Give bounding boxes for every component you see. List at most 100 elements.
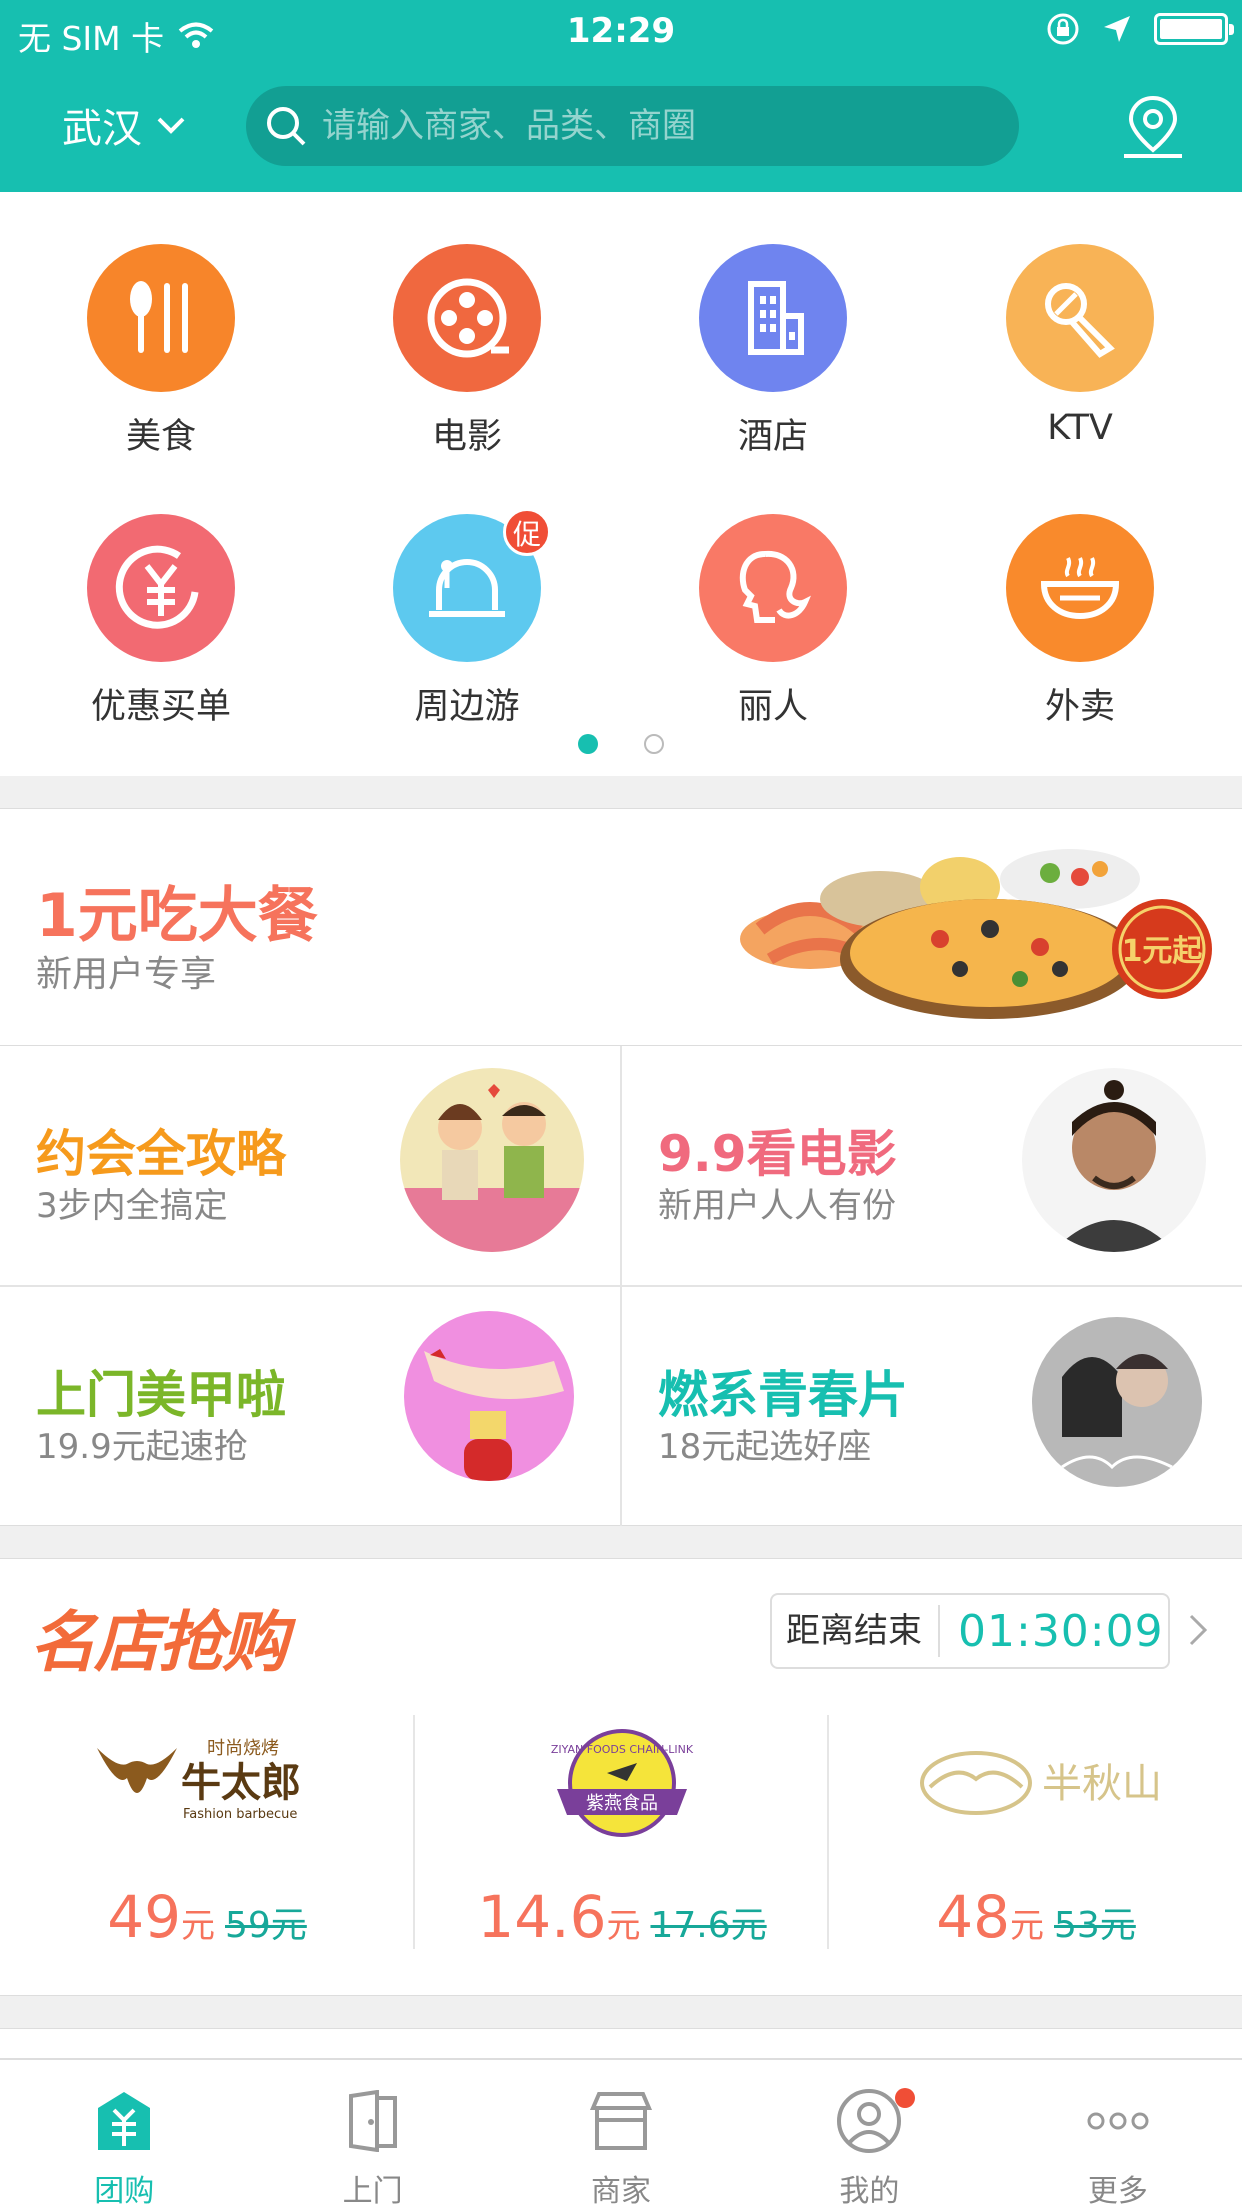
- status-bar: 无 SIM 卡 12:29: [0, 0, 1242, 62]
- shop-price: 14.6元 17.6元: [477, 1883, 767, 1951]
- tab-label: 更多: [1087, 2174, 1148, 2208]
- tab-label: 商家: [591, 2174, 652, 2208]
- countdown-timer[interactable]: 距离结束 01:30:09: [770, 1593, 1170, 1669]
- promo-title: 9.9看电影: [658, 1125, 897, 1183]
- category-movie[interactable]: 电影: [367, 244, 567, 459]
- tab-mine[interactable]: 我的: [745, 2060, 993, 2208]
- svg-text:ZIYAN FOODS CHAIN-LINK: ZIYAN FOODS CHAIN-LINK: [551, 1743, 694, 1756]
- svg-text:牛太郎: 牛太郎: [181, 1760, 301, 1806]
- countdown-label: 距离结束: [772, 1605, 940, 1657]
- category-hotel[interactable]: 酒店: [673, 244, 873, 459]
- promo-badge: 促: [503, 508, 551, 556]
- svg-text:Fashion barbecue: Fashion barbecue: [183, 1807, 297, 1822]
- category-ktv[interactable]: KTV: [980, 244, 1180, 448]
- promo-tile-movie[interactable]: 9.9看电影 新用户人人有份: [622, 1046, 1242, 1285]
- profile-icon: [837, 2089, 902, 2153]
- fork-knife-icon: [130, 281, 188, 353]
- beauty-face-icon: [739, 550, 811, 623]
- nail-polish-image: [404, 1311, 574, 1481]
- category-tour[interactable]: 促 周边游: [367, 508, 567, 729]
- actor-image: [1022, 1068, 1206, 1252]
- promo-subtitle: 3步内全搞定: [36, 1186, 228, 1226]
- category-food[interactable]: 美食: [61, 244, 261, 459]
- rotation-lock-icon: [1047, 13, 1079, 45]
- promo-tile-dating[interactable]: 约会全攻略 3步内全搞定: [0, 1046, 620, 1285]
- category-food-label: 美食: [125, 417, 196, 457]
- search-input[interactable]: [322, 106, 962, 146]
- category-takeout[interactable]: 外卖: [980, 514, 1180, 729]
- category-tour-label: 周边游: [414, 687, 520, 727]
- promo-title: 约会全攻略: [36, 1125, 286, 1183]
- top-header: 无 SIM 卡 12:29 武汉: [0, 0, 1242, 192]
- promo-subtitle: 19.9元起速抢: [36, 1427, 248, 1467]
- tour-icon: [429, 559, 505, 617]
- couple-image: [400, 1068, 584, 1252]
- original-price: 17.6元: [650, 1905, 767, 1946]
- city-label: 武汉: [62, 106, 142, 152]
- promo-banner[interactable]: 1元吃大餐 新用户专享 1元起: [0, 808, 1242, 1046]
- bowl-icon: [1040, 557, 1120, 620]
- tab-more[interactable]: 更多: [994, 2060, 1242, 2208]
- shop-logo: ZIYAN FOODS CHAIN-LINK 紫燕食品: [415, 1723, 829, 1843]
- category-discount-label: 优惠买单: [90, 687, 231, 727]
- flash-sale-title: 名店抢购: [30, 1604, 288, 1681]
- chevron-down-icon: [157, 117, 185, 134]
- chevron-right-icon[interactable]: [1188, 1613, 1208, 1647]
- film-reel-icon: [427, 278, 509, 358]
- category-hotel-label: 酒店: [737, 417, 808, 457]
- category-grid: 美食 电影 酒店 KTV 优惠买单 促 周边游 丽人 外卖: [0, 192, 1242, 776]
- shop-logo: 时尚烧烤 牛太郎 Fashion barbecue: [0, 1723, 414, 1843]
- tab-merchants[interactable]: 商家: [497, 2060, 745, 2208]
- countdown-value: 01:30:09: [958, 1605, 1164, 1657]
- tab-home-service[interactable]: 上门: [248, 2060, 496, 2208]
- original-price: 53元: [1054, 1905, 1136, 1946]
- shop-card-niutailang[interactable]: 时尚烧烤 牛太郎 Fashion barbecue 49元 59元: [0, 1715, 414, 1951]
- category-beauty[interactable]: 丽人: [673, 514, 873, 729]
- stamp-text: 1元起: [1122, 934, 1204, 969]
- svg-text:紫燕食品: 紫燕食品: [586, 1793, 658, 1814]
- page-dot[interactable]: [644, 734, 664, 754]
- battery-icon: [1154, 13, 1234, 45]
- search-icon: [267, 107, 306, 146]
- tab-label: 上门: [342, 2174, 403, 2208]
- page-indicator[interactable]: [0, 734, 1242, 754]
- city-selector[interactable]: 武汉: [62, 96, 186, 154]
- category-food-circle: [87, 244, 235, 392]
- shop-price: 49元 59元: [107, 1883, 307, 1951]
- flash-sale-section: 名店抢购 距离结束 01:30:09 时尚烧烤 牛太郎 Fashion barb…: [0, 1558, 1242, 1996]
- shop-logo: 半秋山: [829, 1723, 1242, 1843]
- shop-card-ziyan[interactable]: ZIYAN FOODS CHAIN-LINK 紫燕食品 14.6元 17.6元: [415, 1715, 829, 1951]
- promo-tile-youth-film[interactable]: 燃系青春片 18元起选好座: [622, 1287, 1242, 1526]
- map-pin-icon[interactable]: [1118, 92, 1188, 162]
- promo-subtitle: 新用户人人有份: [658, 1186, 896, 1226]
- tab-label: 团购: [94, 2174, 155, 2208]
- more-dots-icon: [1087, 2112, 1149, 2130]
- location-arrow-icon: [1104, 16, 1130, 42]
- promo-grid: 约会全攻略 3步内全搞定 9.9看电影 新用户人人有份 上门美甲啦 19.9元起…: [0, 1046, 1242, 1526]
- category-takeout-label: 外卖: [1044, 687, 1115, 727]
- category-ktv-label: KTV: [1047, 408, 1113, 448]
- category-discount[interactable]: 优惠买单: [61, 514, 261, 729]
- tab-label: 我的: [839, 2174, 900, 2208]
- promo-subtitle: 18元起选好座: [658, 1427, 872, 1467]
- store-icon: [589, 2092, 653, 2150]
- door-icon: [348, 2090, 397, 2152]
- promo-title: 燃系青春片: [658, 1366, 908, 1424]
- shop-price: 48元 53元: [936, 1883, 1136, 1951]
- bottom-tab-bar: 团购 上门 商家 我的 更多: [0, 2058, 1242, 2208]
- banner-title: 1元吃大餐: [36, 881, 318, 951]
- food-image: 1元起: [740, 849, 1212, 1019]
- promo-tile-nails[interactable]: 上门美甲啦 19.9元起速抢: [0, 1287, 620, 1526]
- shop-card-banqiushan[interactable]: 半秋山 48元 53元: [829, 1715, 1242, 1951]
- yen-icon: [115, 545, 199, 629]
- building-icon: [748, 281, 804, 355]
- tab-group-buy[interactable]: 团购: [0, 2060, 248, 2208]
- category-beauty-label: 丽人: [737, 687, 808, 727]
- banner-subtitle: 新用户专享: [36, 954, 217, 995]
- microphone-icon: [1045, 283, 1115, 358]
- film-poster-image: [1032, 1317, 1202, 1487]
- svg-text:半秋山: 半秋山: [1042, 1761, 1162, 1807]
- search-bar[interactable]: [246, 86, 1019, 166]
- group-buy-icon: [98, 2092, 151, 2150]
- page-dot-active[interactable]: [578, 734, 598, 754]
